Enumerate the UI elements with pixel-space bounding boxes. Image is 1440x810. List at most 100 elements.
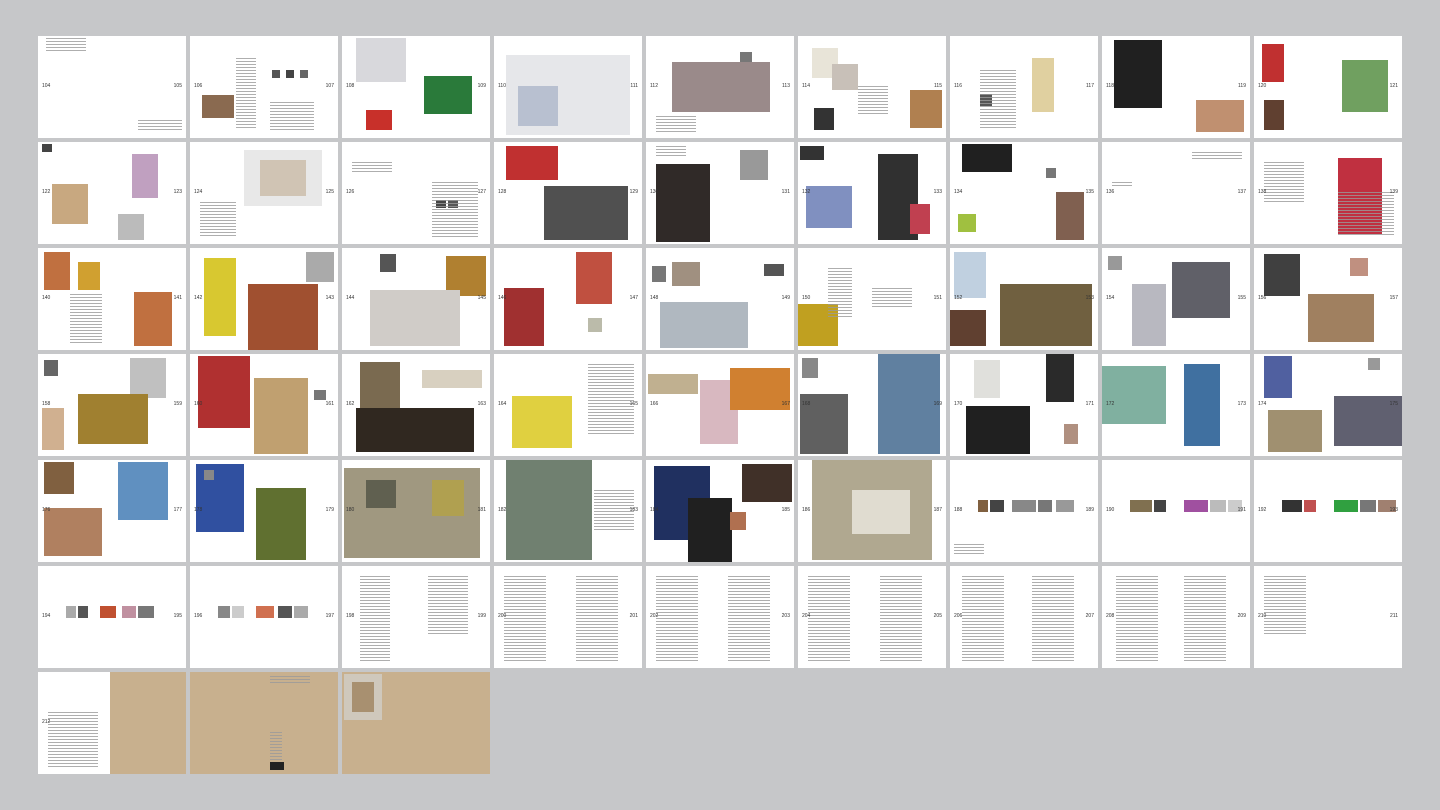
book-spread[interactable]: 170 171 (950, 354, 1098, 456)
book-spread[interactable]: 202 203 (646, 566, 794, 668)
book-spread[interactable]: 186 187 (798, 460, 946, 562)
book-spread[interactable]: 120 121 (1254, 36, 1402, 138)
image-thumbnail (1000, 284, 1092, 346)
book-spread[interactable]: 124 125 (190, 142, 338, 244)
page-number-right: 117 (1086, 83, 1094, 89)
book-spread[interactable]: 144 145 (342, 248, 490, 350)
book-spread[interactable]: 154 155 (1102, 248, 1250, 350)
page-number-left: 188 (954, 507, 963, 513)
book-spread[interactable]: 104 105 (38, 36, 186, 138)
page-number-left: 130 (650, 189, 659, 195)
book-spread[interactable]: 116 117 (950, 36, 1098, 138)
book-spread[interactable]: 174 175 (1254, 354, 1402, 456)
page-number-left: 128 (498, 189, 507, 195)
book-spread[interactable]: 148 149 (646, 248, 794, 350)
image-thumbnail (424, 76, 472, 114)
book-spread[interactable]: 184 185 (646, 460, 794, 562)
book-spread[interactable]: 164 165 (494, 354, 642, 456)
book-spread[interactable]: 140 141 (38, 248, 186, 350)
page-number-left: 190 (1106, 507, 1115, 513)
page-number-right: 153 (1085, 295, 1094, 301)
image-thumbnail (832, 64, 858, 90)
book-spread[interactable]: 156 157 (1254, 248, 1402, 350)
page-number-right: 165 (629, 401, 638, 407)
book-spread[interactable]: 112 113 (646, 36, 794, 138)
book-spread[interactable]: 146 147 (494, 248, 642, 350)
page-number-right: 111 (630, 83, 638, 89)
book-spread[interactable]: 168 169 (798, 354, 946, 456)
book-spread[interactable]: 204 205 (798, 566, 946, 668)
book-spread[interactable]: 118 119 (1102, 36, 1250, 138)
image-thumbnail (814, 108, 834, 130)
page-number-right: 127 (477, 189, 486, 195)
image-thumbnail (1262, 44, 1284, 82)
image-thumbnail (78, 262, 100, 290)
image-thumbnail (118, 462, 168, 520)
book-spread[interactable]: 130 131 (646, 142, 794, 244)
book-spread[interactable]: 188 189 (950, 460, 1098, 562)
book-spread[interactable]: 190 191 (1102, 460, 1250, 562)
page-number-right: 145 (477, 295, 486, 301)
image-thumbnail (380, 254, 396, 272)
book-spread[interactable]: 114 115 (798, 36, 946, 138)
book-spread[interactable] (342, 672, 490, 774)
image-thumbnail (122, 606, 136, 618)
book-spread[interactable]: 206 207 (950, 566, 1098, 668)
text-block (954, 544, 984, 554)
book-spread[interactable]: 198 199 (342, 566, 490, 668)
page-number-right: 183 (629, 507, 638, 513)
book-spread[interactable]: 208 209 (1102, 566, 1250, 668)
book-spread[interactable]: 200 201 (494, 566, 642, 668)
book-spread[interactable]: 162 163 (342, 354, 490, 456)
image-thumbnail (52, 184, 88, 224)
page-number-left: 122 (42, 189, 51, 195)
image-thumbnail (910, 204, 930, 234)
book-spread[interactable]: 132 133 (798, 142, 946, 244)
image-thumbnail (44, 360, 58, 376)
book-spread[interactable]: 196 197 (190, 566, 338, 668)
text-block (200, 202, 236, 238)
book-spread[interactable]: 134 135 (950, 142, 1098, 244)
book-spread[interactable]: 126 127 (342, 142, 490, 244)
page-number-right: 105 (173, 83, 182, 89)
book-spread[interactable]: 166 167 (646, 354, 794, 456)
image-thumbnail (1038, 500, 1052, 512)
image-thumbnail (232, 606, 244, 618)
book-spread[interactable]: 194 195 (38, 566, 186, 668)
book-spread[interactable]: 108 109 (342, 36, 490, 138)
book-spread[interactable]: 152 153 (950, 248, 1098, 350)
book-spread[interactable]: 182 183 (494, 460, 642, 562)
page-number-left: 176 (42, 507, 51, 513)
page-number-left: 158 (42, 401, 51, 407)
book-spread[interactable]: 192 193 (1254, 460, 1402, 562)
image-thumbnail (294, 606, 308, 618)
book-spread[interactable]: 172 173 (1102, 354, 1250, 456)
page-number-left: 178 (194, 507, 203, 513)
book-spread[interactable]: 138 139 (1254, 142, 1402, 244)
book-spread[interactable]: 158 159 (38, 354, 186, 456)
book-spread[interactable]: 212 (38, 672, 186, 774)
book-spread[interactable]: 128 129 (494, 142, 642, 244)
page-number-right: 209 (1237, 613, 1246, 619)
book-spread[interactable] (190, 672, 338, 774)
page-number-left: 164 (498, 401, 507, 407)
book-spread[interactable]: 142 143 (190, 248, 338, 350)
text-block (576, 576, 618, 662)
page-number-left: 148 (650, 295, 659, 301)
book-spread[interactable]: 110 111 (494, 36, 642, 138)
book-spread[interactable]: 178 179 (190, 460, 338, 562)
book-spread[interactable]: 210 211 (1254, 566, 1402, 668)
page-number-right: 161 (325, 401, 334, 407)
image-thumbnail (256, 606, 274, 618)
book-spread[interactable]: 160 161 (190, 354, 338, 456)
book-spread[interactable]: 122 123 (38, 142, 186, 244)
book-spread[interactable]: 136 137 (1102, 142, 1250, 244)
book-spread[interactable]: 106 107 (190, 36, 338, 138)
image-thumbnail (1056, 500, 1074, 512)
page-number-left: 110 (498, 83, 506, 89)
text-block (1264, 576, 1306, 636)
book-spread[interactable]: 180 181 (342, 460, 490, 562)
book-spread[interactable]: 176 177 (38, 460, 186, 562)
book-spread[interactable]: 150 151 (798, 248, 946, 350)
cover-page (110, 672, 186, 774)
